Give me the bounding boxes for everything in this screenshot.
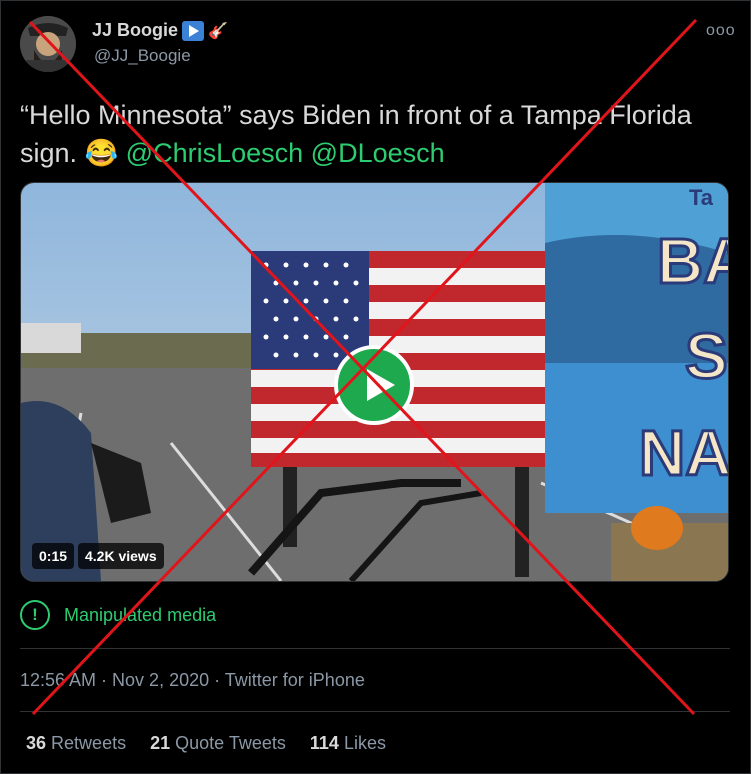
- warning-icon: !: [20, 600, 50, 630]
- sign-text-ba: BA: [657, 225, 728, 297]
- retweets-count: 36: [26, 733, 47, 753]
- avatar-image: [20, 16, 76, 72]
- video-duration: 0:15: [32, 543, 75, 569]
- author-handle[interactable]: @JJ_Boogie: [94, 46, 191, 66]
- video-views: 4.2K views: [78, 543, 164, 569]
- guitar-icon: 🎸: [208, 22, 228, 40]
- stat-retweets[interactable]: 36 Retweets: [26, 733, 126, 754]
- mention-chrisloesch[interactable]: @ChrisLoesch: [126, 138, 303, 168]
- stat-quote-tweets[interactable]: 21 Quote Tweets: [150, 733, 286, 754]
- manipulated-media-text[interactable]: Manipulated media: [64, 605, 216, 626]
- sign-text-s: S: [685, 320, 728, 392]
- avatar[interactable]: [20, 16, 76, 72]
- author-name[interactable]: JJ Boogie: [92, 20, 178, 41]
- play-button[interactable]: [334, 345, 414, 425]
- manipulated-media-label[interactable]: ! Manipulated media: [20, 600, 216, 630]
- stat-likes[interactable]: 114 Likes: [310, 733, 386, 754]
- tweet-timestamp[interactable]: 12:56 AM · Nov 2, 2020 · Twitter for iPh…: [20, 670, 365, 691]
- tweet-stats: 36 Retweets 21 Quote Tweets 114 Likes: [26, 733, 410, 754]
- likes-label: Likes: [343, 733, 386, 753]
- quote-tweets-label: Quote Tweets: [175, 733, 286, 753]
- play-badge-icon: [182, 20, 205, 41]
- likes-count: 114: [309, 733, 339, 753]
- more-options-icon[interactable]: ooo: [706, 22, 736, 40]
- divider-top: [20, 648, 730, 649]
- quote-tweets-count: 21: [150, 733, 171, 753]
- author-name-row[interactable]: JJ Boogie 🎸: [92, 20, 228, 41]
- tweet-text: “Hello Minnesota” says Biden in front of…: [20, 96, 720, 172]
- sign-text-na: NA: [639, 417, 728, 489]
- divider-bottom: [20, 711, 730, 712]
- mention-dloesch[interactable]: @DLoesch: [311, 138, 445, 168]
- sign-text-top: Ta: [689, 185, 714, 210]
- retweets-label: Retweets: [51, 733, 127, 753]
